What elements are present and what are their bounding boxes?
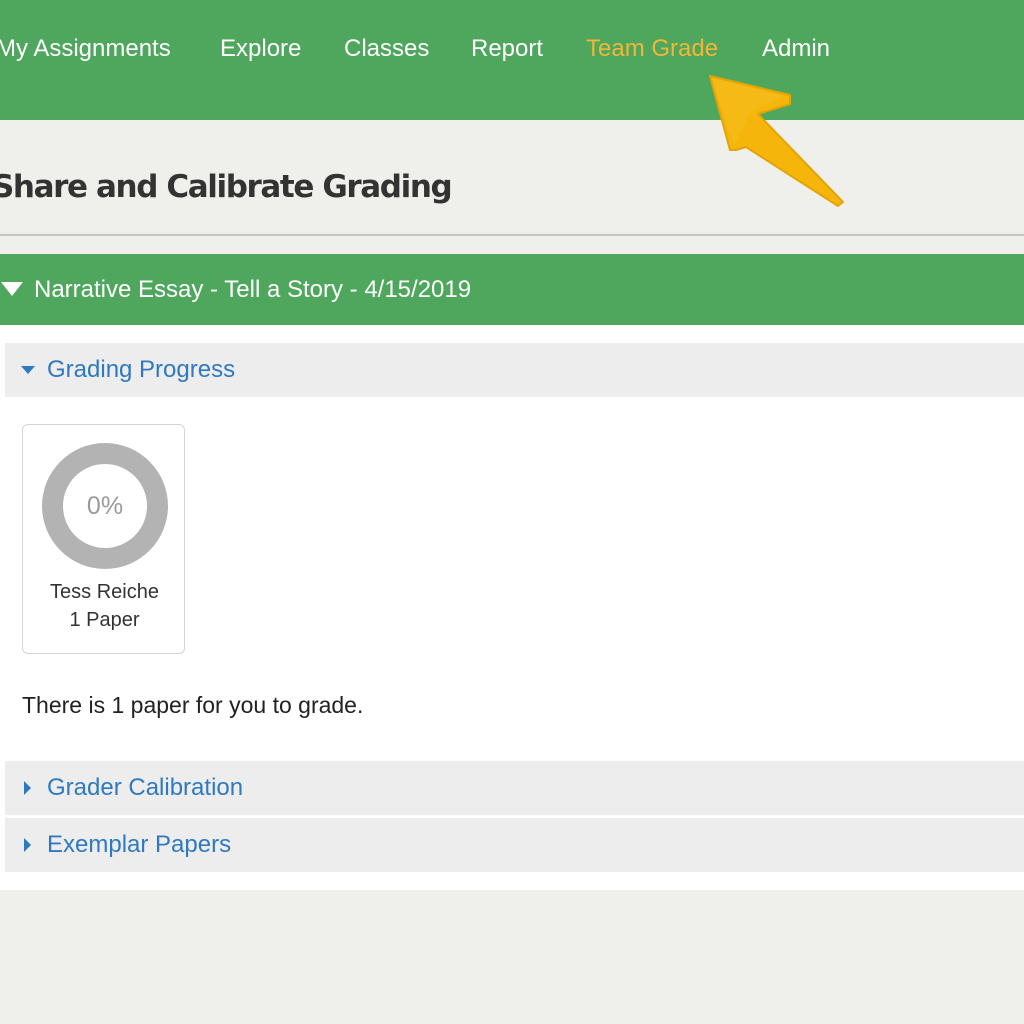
grader-calibration-label: Grader Calibration xyxy=(47,774,244,801)
assignment-header[interactable]: Narrative Essay - Tell a Story - 4/15/20… xyxy=(0,254,1024,325)
grader-paper-count: 1 Paper xyxy=(69,609,140,631)
exemplar-papers-label: Exemplar Papers xyxy=(47,831,232,858)
nav-my-assignments[interactable]: My Assignments xyxy=(0,32,171,66)
caret-down-icon xyxy=(1,282,23,296)
nav-team-grade[interactable]: Team Grade xyxy=(586,32,718,66)
nav-explore[interactable]: Explore xyxy=(220,32,301,66)
progress-donut-center: 0% xyxy=(63,464,147,548)
caret-down-icon xyxy=(21,366,35,374)
grader-card[interactable]: 0% Tess Reiche 1 Paper xyxy=(22,424,185,654)
grading-progress-header[interactable]: Grading Progress xyxy=(5,343,1024,397)
title-divider xyxy=(0,234,1024,236)
grader-calibration-header[interactable]: Grader Calibration xyxy=(5,761,1024,815)
page-title: Share and Calibrate Grading xyxy=(0,169,453,205)
grader-name: Tess Reiche xyxy=(50,581,159,603)
nav-report[interactable]: Report xyxy=(471,32,543,66)
nav-classes[interactable]: Classes xyxy=(344,32,429,66)
top-navigation: My Assignments Explore Classes Report Te… xyxy=(0,0,1024,120)
assignment-title: Narrative Essay - Tell a Story - 4/15/20… xyxy=(34,276,472,303)
grading-progress-label: Grading Progress xyxy=(47,356,236,383)
progress-percent: 0% xyxy=(86,492,124,520)
caret-right-icon xyxy=(24,781,31,795)
nav-admin[interactable]: Admin xyxy=(762,32,830,66)
caret-right-icon xyxy=(24,838,31,852)
progress-donut: 0% xyxy=(42,443,168,569)
papers-to-grade-message: There is 1 paper for you to grade. xyxy=(22,692,364,718)
exemplar-papers-header[interactable]: Exemplar Papers xyxy=(5,818,1024,872)
